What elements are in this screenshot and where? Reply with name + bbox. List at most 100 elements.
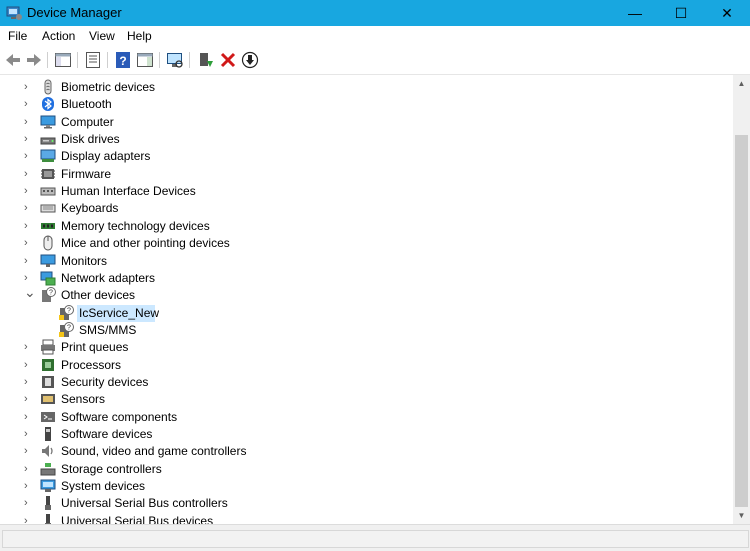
tree-category-item[interactable]: › Mice and other pointing devices — [0, 235, 732, 252]
tree-item-label: IcService_New — [79, 305, 160, 320]
minimize-button[interactable]: — — [612, 0, 658, 26]
unknown-device-warning-icon: ? — [59, 304, 74, 320]
scan-hardware-changes-icon[interactable] — [166, 51, 184, 69]
disable-device-icon[interactable] — [241, 51, 259, 69]
memory-icon — [41, 222, 55, 229]
tree-item-label: Firmware — [61, 166, 111, 181]
tree-category-item[interactable]: › Software components — [0, 409, 732, 426]
menu-file[interactable]: File — [8, 29, 27, 43]
forward-arrow-icon[interactable] — [25, 51, 43, 69]
firmware-icon — [41, 168, 55, 179]
expand-chevron-icon[interactable]: › — [24, 359, 34, 370]
expand-chevron-icon[interactable]: › — [24, 342, 34, 353]
close-button[interactable]: ✕ — [704, 0, 750, 26]
expand-chevron-icon[interactable]: › — [24, 515, 34, 524]
security-device-icon — [42, 375, 54, 388]
expand-chevron-icon[interactable]: › — [24, 151, 34, 162]
device-manager-app-icon — [6, 6, 22, 20]
toolbar-separator — [189, 52, 190, 68]
uninstall-device-icon[interactable] — [219, 51, 237, 69]
tree-category-item[interactable]: › Sensors — [0, 391, 732, 408]
monitor-icon — [40, 254, 56, 267]
expand-chevron-icon[interactable]: › — [24, 203, 34, 214]
usb-icon — [45, 513, 51, 524]
menu-help[interactable]: Help — [127, 29, 152, 43]
tree-category-item[interactable]: › Network adapters — [0, 270, 732, 287]
device-tree[interactable]: › Biometric devices › Bluetooth › Computer › Di… — [0, 75, 732, 524]
expand-chevron-icon[interactable]: › — [24, 116, 34, 127]
tree-category-item[interactable]: › System devices — [0, 478, 732, 495]
collapse-chevron-icon[interactable]: ⌄ — [24, 285, 36, 299]
tree-item-label: Human Interface Devices — [61, 184, 196, 199]
menu-view[interactable]: View — [89, 29, 115, 43]
tree-category-item[interactable]: › Disk drives — [0, 131, 732, 148]
title-bar[interactable]: Device Manager — ☐ ✕ — [0, 0, 750, 26]
tree-item-label: Other devices — [61, 288, 136, 303]
scroll-up-arrow-icon[interactable]: ▲ — [733, 75, 750, 92]
expand-chevron-icon[interactable]: › — [24, 255, 34, 266]
tree-category-item[interactable]: › Universal Serial Bus devices — [0, 513, 732, 524]
scroll-thumb[interactable] — [735, 135, 748, 507]
tree-category-item[interactable]: › Computer — [0, 114, 732, 131]
properties-icon[interactable] — [84, 51, 102, 69]
help-icon[interactable]: ? — [114, 51, 132, 69]
tree-category-item[interactable]: › Security devices — [0, 374, 732, 391]
expand-chevron-icon[interactable]: › — [24, 498, 34, 509]
sound-icon — [42, 445, 53, 458]
tree-category-item[interactable]: › Sound, video and game controllers — [0, 443, 732, 460]
tree-category-item[interactable]: › Human Interface Devices — [0, 183, 732, 200]
sensor-icon — [41, 394, 55, 405]
expand-chevron-icon[interactable]: › — [24, 429, 34, 440]
expand-chevron-icon[interactable]: › — [24, 481, 34, 492]
action-pane-icon[interactable] — [136, 51, 154, 69]
expand-chevron-icon[interactable]: › — [24, 376, 34, 387]
expand-chevron-icon[interactable]: › — [24, 446, 34, 457]
expand-chevron-icon[interactable]: › — [24, 99, 34, 110]
tree-category-item[interactable]: › Processors — [0, 357, 732, 374]
expand-chevron-icon[interactable]: › — [24, 238, 34, 249]
update-driver-icon[interactable] — [197, 51, 215, 69]
tree-category-item[interactable]: › Monitors — [0, 253, 732, 270]
expand-chevron-icon[interactable]: › — [24, 82, 34, 93]
usb-icon — [45, 496, 51, 511]
toolbar-separator — [107, 52, 108, 68]
maximize-button[interactable]: ☐ — [658, 0, 704, 26]
expand-chevron-icon[interactable]: › — [24, 220, 34, 231]
tree-category-item[interactable]: › Memory technology devices — [0, 218, 732, 235]
computer-icon — [40, 115, 56, 129]
back-arrow-icon[interactable] — [4, 51, 22, 69]
processor-icon — [42, 358, 54, 371]
tree-item-label: Biometric devices — [61, 80, 156, 94]
tree-category-item[interactable]: › Keyboards — [0, 200, 732, 217]
tree-category-item[interactable]: › Storage controllers — [0, 461, 732, 478]
tree-category-item[interactable]: › Print queues — [0, 339, 732, 356]
tree-child-item[interactable]: ? SMS/MMS — [0, 321, 732, 339]
expand-chevron-icon[interactable]: › — [24, 411, 34, 422]
tree-category-item[interactable]: › Biometric devices — [0, 79, 732, 96]
expand-chevron-icon[interactable]: › — [24, 272, 34, 283]
tree-category-item[interactable]: › Software devices — [0, 426, 732, 443]
tree-category-item[interactable]: › Firmware — [0, 166, 732, 183]
tree-item-label: Security devices — [61, 374, 149, 389]
expand-chevron-icon[interactable]: › — [24, 394, 34, 405]
menu-action[interactable]: Action — [42, 29, 75, 43]
tree-item-label: Universal Serial Bus controllers — [61, 496, 228, 511]
software-component-icon — [41, 411, 55, 422]
scroll-down-arrow-icon[interactable]: ▼ — [733, 507, 750, 524]
tree-category-item[interactable]: › Display adapters — [0, 148, 732, 165]
toolbar: ? — [0, 47, 750, 75]
vertical-scrollbar[interactable]: ▲ ▼ — [733, 75, 750, 524]
expand-chevron-icon[interactable]: › — [24, 463, 34, 474]
mouse-icon — [43, 235, 53, 251]
tree-item-label: Computer — [61, 114, 114, 129]
tree-item-label: Software devices — [61, 427, 153, 441]
tree-category-item[interactable]: › Universal Serial Bus controllers — [0, 495, 732, 512]
show-hide-console-tree-icon[interactable] — [54, 51, 72, 69]
tree-child-item[interactable]: ? IcService_New — [0, 304, 732, 322]
tree-category-item[interactable]: ⌄? Other devices — [0, 285, 732, 304]
expand-chevron-icon[interactable]: › — [24, 134, 34, 145]
tree-category-item[interactable]: › Bluetooth — [0, 96, 732, 113]
expand-chevron-icon[interactable]: › — [24, 168, 34, 179]
tree-item-label: Memory technology devices — [61, 218, 210, 233]
expand-chevron-icon[interactable]: › — [24, 186, 34, 197]
